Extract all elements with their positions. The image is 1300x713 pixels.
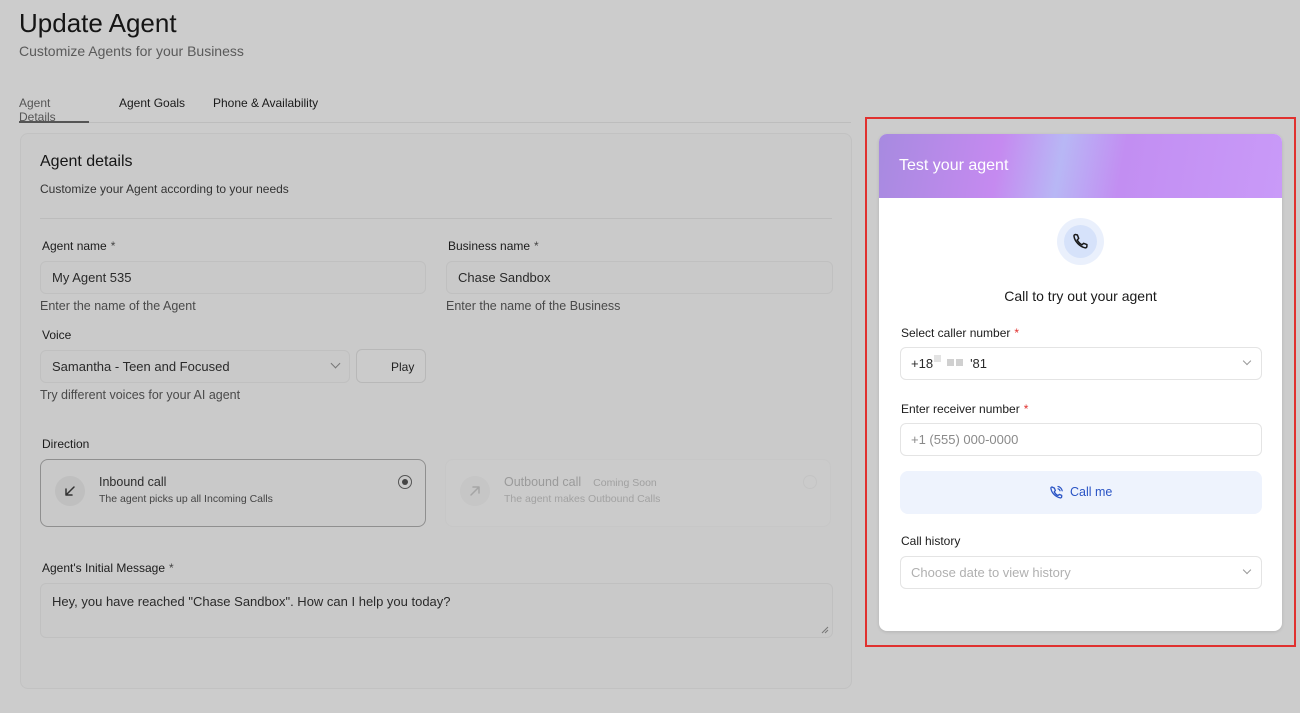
page-subtitle: Customize Agents for your Business bbox=[19, 43, 244, 59]
test-agent-panel: Test your agent Call to try out your age… bbox=[879, 134, 1282, 631]
business-name-label-text: Business name bbox=[448, 239, 531, 253]
divider bbox=[40, 218, 832, 219]
inbound-description: The agent picks up all Incoming Calls bbox=[99, 493, 273, 505]
play-voice-button[interactable]: Play bbox=[356, 349, 426, 383]
outbound-title-text: Outbound call bbox=[504, 475, 582, 489]
play-label: Play bbox=[391, 360, 415, 374]
required-mark: * bbox=[1014, 326, 1020, 340]
call-title: Call to try out your agent bbox=[1004, 288, 1157, 304]
caller-number-suffix: '81 bbox=[970, 356, 988, 371]
page-title: Update Agent bbox=[19, 8, 177, 38]
inbound-radio[interactable] bbox=[398, 475, 412, 489]
card-subtitle: Customize your Agent according to your n… bbox=[40, 182, 289, 196]
tab-agent-details[interactable]: Agent Details bbox=[19, 96, 89, 124]
phone-icon bbox=[1073, 233, 1088, 249]
business-name-helper: Enter the name of the Business bbox=[446, 299, 621, 313]
phone-icon-badge bbox=[1057, 218, 1104, 265]
initial-message-value: Hey, you have reached "Chase Sandbox". H… bbox=[52, 594, 451, 609]
required-mark: * bbox=[169, 561, 174, 575]
tab-agent-goals[interactable]: Agent Goals bbox=[119, 96, 185, 123]
call-me-button[interactable]: Call me bbox=[900, 471, 1262, 514]
panel-header: Test your agent bbox=[879, 134, 1282, 198]
masked-digits bbox=[934, 355, 942, 362]
outbound-call-option: Outbound call Coming Soon The agent makes… bbox=[445, 459, 831, 527]
agent-name-input[interactable]: My Agent 535 bbox=[40, 261, 426, 294]
initial-message-textarea[interactable]: Hey, you have reached "Chase Sandbox". H… bbox=[40, 583, 833, 638]
call-me-label: Call me bbox=[1070, 485, 1113, 499]
tab-bar: Agent Details Agent Goals Phone & Availa… bbox=[19, 96, 851, 124]
radio-dot bbox=[401, 478, 408, 485]
required-mark: * bbox=[110, 239, 116, 253]
receiver-number-input[interactable]: +1 (555) 000-0000 bbox=[900, 423, 1262, 456]
outbound-radio bbox=[803, 475, 817, 489]
outbound-arrow-icon bbox=[470, 486, 480, 496]
agent-name-label-text: Agent name bbox=[42, 239, 107, 253]
outbound-title: Outbound call Coming Soon bbox=[504, 475, 657, 489]
masked-digits bbox=[947, 359, 955, 366]
required-mark: * bbox=[534, 239, 539, 253]
caller-number-select[interactable]: +18 '81 bbox=[900, 347, 1262, 380]
inbound-title: Inbound call bbox=[99, 475, 167, 489]
receiver-number-label: Enter receiver number * bbox=[901, 402, 1028, 416]
agent-name-helper: Enter the name of the Agent bbox=[40, 299, 196, 313]
caller-number-label-text: Select caller number bbox=[901, 326, 1011, 340]
tab-phone-availability[interactable]: Phone & Availability bbox=[213, 96, 318, 123]
voice-label: Voice bbox=[42, 328, 72, 342]
call-history-label: Call history bbox=[901, 534, 961, 548]
call-history-placeholder: Choose date to view history bbox=[911, 565, 1071, 580]
voice-select-value: Samantha - Teen and Focused bbox=[52, 359, 230, 374]
voice-helper: Try different voices for your AI agent bbox=[40, 388, 241, 402]
agent-details-card: Agent details Customize your Agent accor… bbox=[20, 133, 852, 689]
chevron-down-icon bbox=[1242, 356, 1252, 366]
inbound-icon-wrap bbox=[55, 476, 85, 506]
inbound-call-option[interactable]: Inbound call The agent picks up all Inco… bbox=[40, 459, 426, 527]
resize-grip-icon[interactable] bbox=[821, 626, 829, 634]
panel-header-title: Test your agent bbox=[899, 157, 1009, 174]
caller-number-prefix: +18 bbox=[911, 356, 934, 371]
direction-label: Direction bbox=[42, 437, 90, 451]
update-agent-page: Update Agent Customize Agents for your B… bbox=[0, 0, 1300, 713]
call-history-select[interactable]: Choose date to view history bbox=[900, 556, 1262, 589]
receiver-number-label-text: Enter receiver number bbox=[901, 402, 1020, 416]
inbound-arrow-icon bbox=[65, 486, 75, 496]
initial-message-label-text: Agent's Initial Message bbox=[42, 561, 166, 575]
required-mark: * bbox=[1023, 402, 1029, 416]
initial-message-label: Agent's Initial Message * bbox=[42, 561, 174, 575]
masked-digits bbox=[956, 359, 964, 366]
chevron-down-icon bbox=[1242, 565, 1252, 575]
chevron-down-icon bbox=[330, 358, 341, 369]
caller-number-label: Select caller number * bbox=[901, 326, 1019, 340]
coming-soon-badge: Coming Soon bbox=[593, 477, 657, 489]
business-name-label: Business name * bbox=[448, 239, 539, 253]
phone-icon-inner bbox=[1064, 225, 1097, 258]
agent-name-label: Agent name * bbox=[42, 239, 115, 253]
outbound-icon-wrap bbox=[460, 476, 490, 506]
voice-select[interactable]: Samantha - Teen and Focused bbox=[40, 350, 350, 383]
business-name-input[interactable]: Chase Sandbox bbox=[446, 261, 833, 294]
outbound-description: The agent makes Outbound Calls bbox=[504, 493, 661, 505]
card-title: Agent details bbox=[40, 153, 133, 170]
phone-call-icon bbox=[1050, 485, 1063, 499]
